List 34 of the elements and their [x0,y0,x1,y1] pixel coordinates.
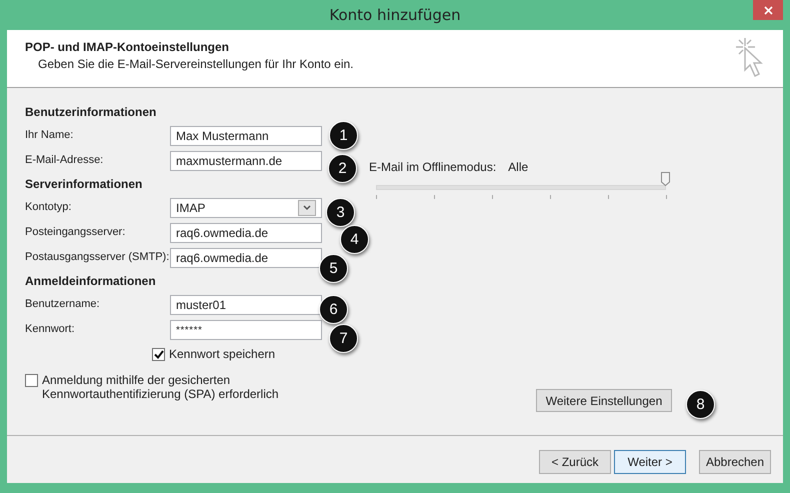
text-field[interactable]: raq6.owmedia.de [170,223,322,243]
checkbox[interactable] [152,348,165,360]
section-heading: Anmeldeinformationen [25,273,157,289]
close-button[interactable] [753,0,783,20]
account-type-dropdown[interactable]: IMAP [170,198,322,218]
password-field[interactable]: ****** [170,320,322,340]
field-label: Kennwort: [25,322,76,337]
dialog-button[interactable]: < Zurück [539,450,611,474]
text-field[interactable]: Max Mustermann [170,126,322,146]
checkbox-label: Anmeldung mithilfe der gesicherten Kennwortauthentifizierung (SPA) erforderlich [42,373,280,401]
slider-thumb[interactable] [661,172,670,186]
text-field[interactable]: muster01 [170,295,322,315]
field-label: Ihr Name: [25,128,74,143]
window-title: Konto hinzufügen [329,6,461,24]
field-label: Posteingangsserver: [25,225,126,240]
text-field[interactable]: raq6.owmedia.de [170,248,322,268]
dialog-button[interactable]: Weiter > [614,450,686,474]
offline-value: Alle [508,160,528,174]
checkbox[interactable] [25,374,38,387]
offline-label: E-Mail im Offlinemodus: [369,160,496,174]
close-icon [764,6,772,14]
field-label: Kontotyp: [25,200,72,215]
section-heading: Serverinformationen [25,176,144,192]
page-subtitle: Geben Sie die E-Mail-Servereinstellungen für Ihr Konto ein. [37,57,354,71]
dialog-button[interactable]: Abbrechen [699,450,771,474]
field-label: Benutzername: [25,297,101,312]
section-heading: Benutzerinformationen [25,104,158,120]
text-field[interactable]: maxmustermann.de [170,151,322,171]
field-label: Postausgangsserver (SMTP): [25,250,170,265]
more-settings-button[interactable]: Weitere Einstellungen [536,389,672,412]
page-title: POP- und IMAP-Kontoeinstellungen [25,40,230,54]
checkbox-label: Kennwort speichern [169,347,276,361]
chevron-down-icon [298,200,316,216]
field-label: E-Mail-Adresse: [25,153,104,168]
